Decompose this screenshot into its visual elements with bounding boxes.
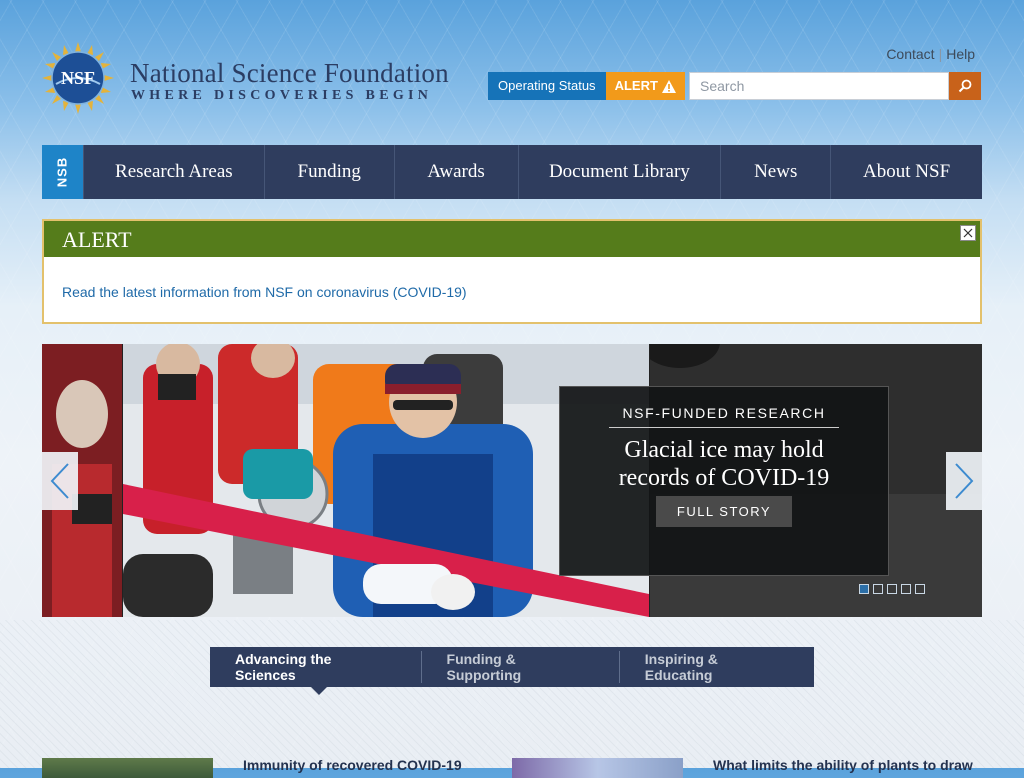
- search-icon: [958, 79, 972, 93]
- chevron-left-icon: [50, 463, 69, 499]
- striped-background: [0, 620, 1024, 768]
- brand-title[interactable]: National Science Foundation: [130, 58, 449, 89]
- carousel-next-button[interactable]: [946, 452, 982, 510]
- caption-title-line-2: records of COVID-19: [618, 465, 830, 491]
- utility-links: Contact | Help: [886, 46, 975, 62]
- nav-about-nsf[interactable]: About NSF: [830, 145, 982, 199]
- alert-banner: ALERT Read the latest information from N…: [42, 219, 982, 324]
- caption-title-line-1: Glacial ice may hold: [624, 437, 824, 463]
- news-title-1[interactable]: Immunity of recovered COVID-19: [243, 757, 462, 773]
- nav-news[interactable]: News: [720, 145, 830, 199]
- contact-link[interactable]: Contact: [886, 46, 934, 62]
- tab-advancing-the-sciences[interactable]: Advancing the Sciences: [210, 651, 421, 683]
- nav-document-library[interactable]: Document Library: [517, 145, 721, 199]
- tab-funding-supporting[interactable]: Funding & Supporting: [420, 651, 619, 683]
- news-thumbnail-1[interactable]: [42, 758, 213, 778]
- operating-status[interactable]: Operating Status ALERT: [488, 72, 685, 100]
- operating-status-label[interactable]: Operating Status: [488, 72, 606, 100]
- tab-inspiring-educating[interactable]: Inspiring & Educating: [618, 651, 814, 683]
- covid-info-link[interactable]: Read the latest information from NSF on …: [62, 284, 467, 300]
- warning-icon: [661, 79, 676, 93]
- news-title-2[interactable]: What limits the ability of plants to dra…: [713, 757, 973, 773]
- utility-separator: |: [938, 46, 943, 62]
- feature-carousel: NSF-FUNDED RESEARCH Glacial ice may hold…: [42, 344, 982, 617]
- alert-close-button[interactable]: [960, 225, 976, 241]
- nav-research-areas[interactable]: Research Areas: [82, 145, 264, 199]
- carousel-dot-4[interactable]: [901, 584, 911, 594]
- nav-awards[interactable]: Awards: [393, 145, 518, 199]
- topic-tabs: Advancing the Sciences Funding & Support…: [210, 647, 814, 687]
- caption-kicker: NSF-FUNDED RESEARCH: [609, 405, 839, 428]
- search-button[interactable]: [949, 72, 981, 100]
- news-thumbnail-2[interactable]: [512, 758, 683, 778]
- nsb-label: NSB: [54, 156, 70, 188]
- svg-text:NSF: NSF: [61, 68, 95, 88]
- brand-tagline: WHERE DISCOVERIES BEGIN: [131, 88, 433, 103]
- full-story-button[interactable]: FULL STORY: [655, 496, 793, 527]
- help-link[interactable]: Help: [946, 46, 975, 62]
- carousel-dot-5[interactable]: [915, 584, 925, 594]
- operating-status-alert-badge[interactable]: ALERT: [605, 72, 685, 100]
- close-icon: [963, 228, 973, 238]
- carousel-caption: NSF-FUNDED RESEARCH Glacial ice may hold…: [559, 386, 889, 576]
- nsf-logo[interactable]: NSF: [42, 42, 114, 114]
- chevron-right-icon: [955, 463, 974, 499]
- carousel-dot-1[interactable]: [859, 584, 869, 594]
- nav-funding[interactable]: Funding: [263, 145, 394, 199]
- carousel-dot-3[interactable]: [887, 584, 897, 594]
- caption-title[interactable]: Glacial ice may hold records of COVID-19: [560, 436, 888, 492]
- main-nav: NSB Research Areas Funding Awards Docume…: [42, 145, 982, 199]
- carousel-prev-button[interactable]: [42, 452, 78, 510]
- carousel-dot-2[interactable]: [873, 584, 883, 594]
- carousel-pagination: [859, 584, 925, 594]
- alert-badge-label: ALERT: [614, 78, 658, 93]
- alert-heading: ALERT: [44, 221, 980, 257]
- nsb-tab[interactable]: NSB: [42, 145, 83, 199]
- active-tab-pointer: [311, 687, 327, 695]
- search-input[interactable]: [689, 72, 949, 100]
